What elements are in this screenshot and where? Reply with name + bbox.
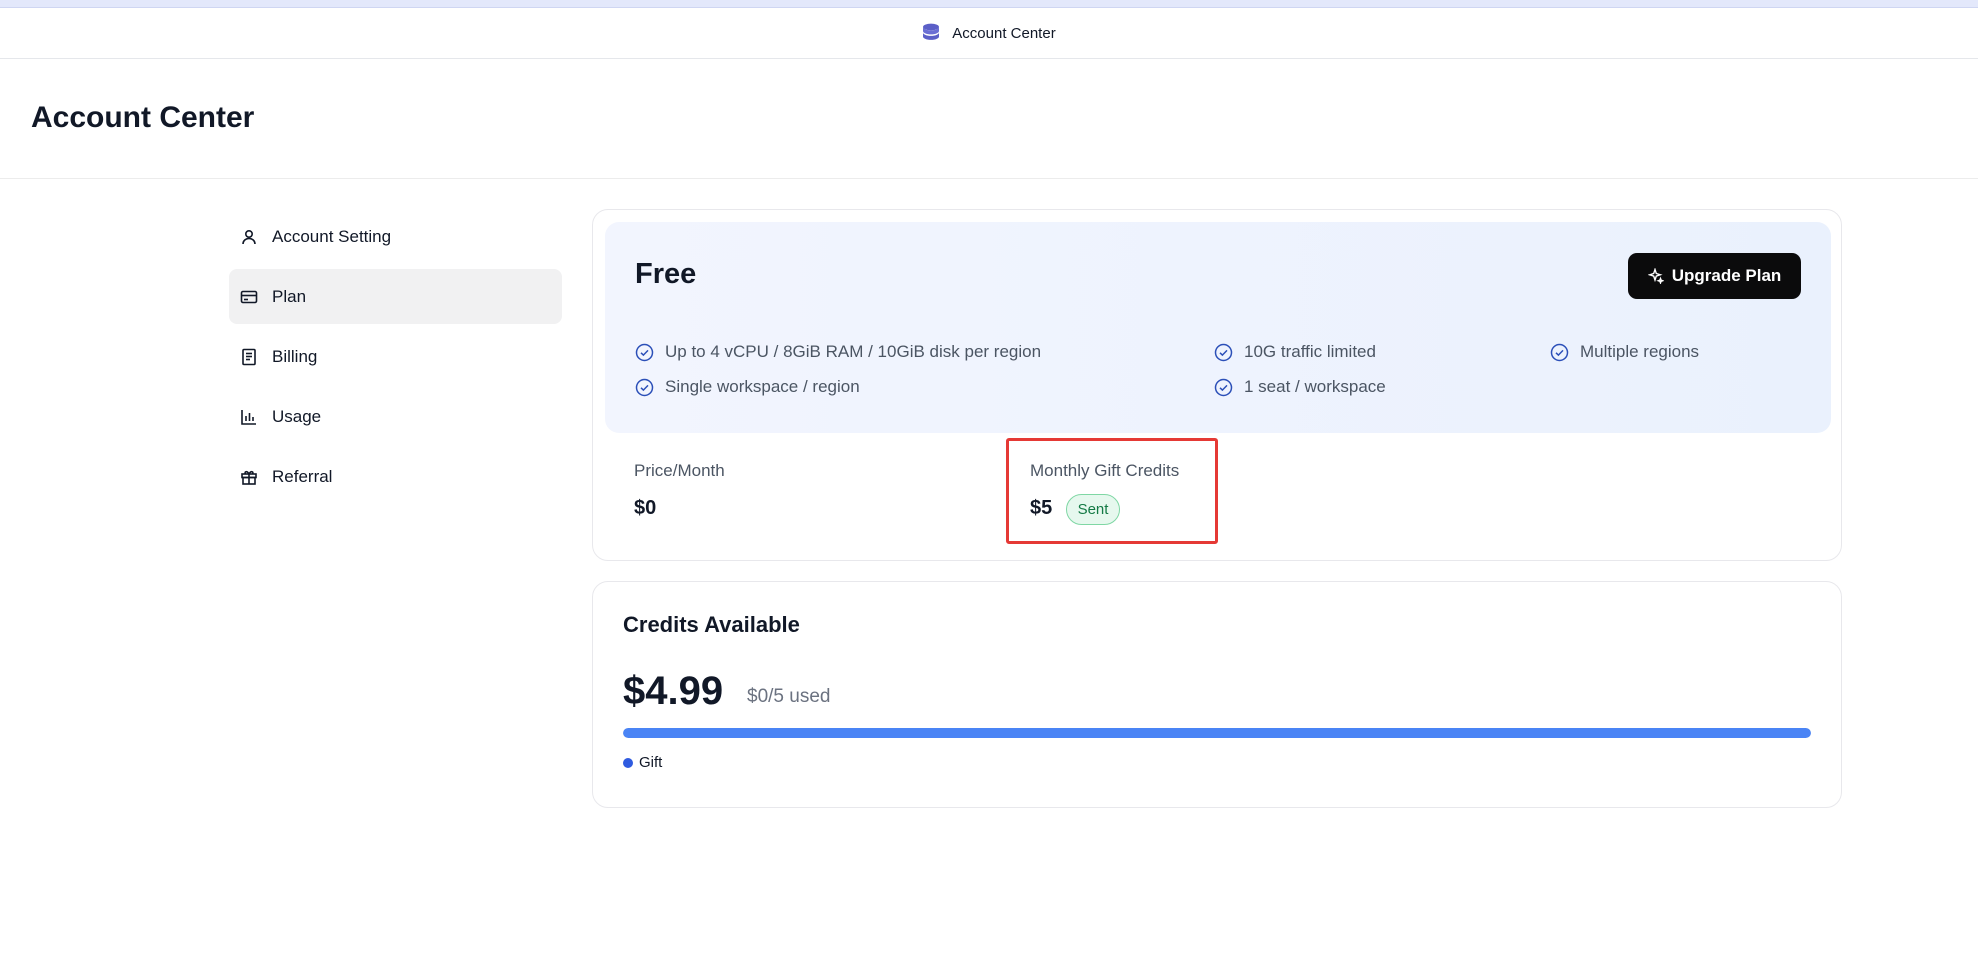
browser-top-strip — [0, 0, 1978, 8]
plan-feature: 10G traffic limited — [1214, 342, 1376, 362]
credits-progress-fill — [623, 728, 1811, 738]
upgrade-plan-label: Upgrade Plan — [1671, 266, 1782, 285]
plan-feature: Single workspace / region — [635, 377, 860, 397]
credits-legend: Gift — [623, 754, 662, 771]
check-circle-icon — [1550, 343, 1569, 361]
database-icon — [922, 23, 940, 43]
sparkle-icon — [1647, 268, 1664, 284]
credits-progress-bar — [623, 728, 1811, 738]
legend-dot — [623, 757, 633, 768]
legend-label: Gift — [639, 754, 663, 771]
sidebar: Account Setting Plan Billing Usage Refer… — [229, 209, 562, 509]
page-title: Account Center — [31, 101, 255, 134]
plan-feature-text: 1 seat / workspace — [1244, 377, 1386, 396]
bar-chart-icon — [241, 409, 256, 425]
plan-feature: Multiple regions — [1550, 342, 1699, 362]
plan-feature-text: Multiple regions — [1580, 342, 1700, 361]
credits-amount: $4.99 — [623, 669, 724, 713]
gift-credits-value: $5 — [1030, 497, 1053, 519]
status-badge: Sent — [1066, 494, 1120, 525]
credit-card-icon — [240, 290, 258, 303]
plan-feature: 1 seat / workspace — [1214, 377, 1386, 397]
user-icon — [242, 229, 256, 244]
check-circle-icon — [1214, 343, 1233, 361]
check-circle-icon — [635, 378, 654, 396]
plan-card: Free Upgrade Plan Up to 4 vCPU / 8GiB RA… — [592, 209, 1842, 561]
sidebar-item-label: Referral — [272, 466, 333, 486]
credits-title: Credits Available — [623, 612, 800, 637]
check-circle-icon — [635, 343, 654, 361]
sidebar-item-label: Account Setting — [272, 226, 392, 246]
sidebar-item-referral[interactable]: Referral — [229, 449, 562, 504]
credits-card: Credits Available $4.99 $0/5 used Gift — [592, 581, 1842, 808]
gift-icon — [241, 470, 257, 485]
app-title: Account Center — [952, 24, 1056, 42]
gift-credits-label: Monthly Gift Credits — [1030, 461, 1180, 480]
sidebar-item-usage[interactable]: Usage — [229, 389, 562, 444]
plan-feature-text: Single workspace / region — [665, 377, 860, 396]
plan-feature-text: Up to 4 vCPU / 8GiB RAM / 10GiB disk per… — [665, 342, 1042, 361]
sidebar-item-label: Plan — [272, 286, 307, 306]
sidebar-item-plan[interactable]: Plan — [229, 269, 562, 324]
check-circle-icon — [1214, 378, 1233, 396]
plan-feature: Up to 4 vCPU / 8GiB RAM / 10GiB disk per… — [635, 342, 1041, 362]
credits-used: $0/5 used — [747, 686, 831, 707]
sidebar-item-label: Billing — [272, 346, 318, 366]
page-header: Account Center — [0, 59, 1978, 179]
plan-feature-text: 10G traffic limited — [1244, 342, 1376, 361]
price-value: $0 — [634, 497, 657, 519]
receipt-icon — [242, 348, 256, 365]
upgrade-plan-button[interactable]: Upgrade Plan — [1628, 253, 1801, 299]
sidebar-item-billing[interactable]: Billing — [229, 329, 562, 384]
plan-summary: Free Upgrade Plan Up to 4 vCPU / 8GiB RA… — [605, 222, 1831, 433]
plan-name: Free — [635, 258, 697, 290]
top-bar: Account Center — [0, 8, 1978, 59]
gift-credits-highlight — [1006, 438, 1218, 544]
sidebar-item-label: Usage — [272, 406, 322, 426]
sidebar-item-account-setting[interactable]: Account Setting — [229, 209, 562, 264]
price-label: Price/Month — [634, 461, 725, 480]
